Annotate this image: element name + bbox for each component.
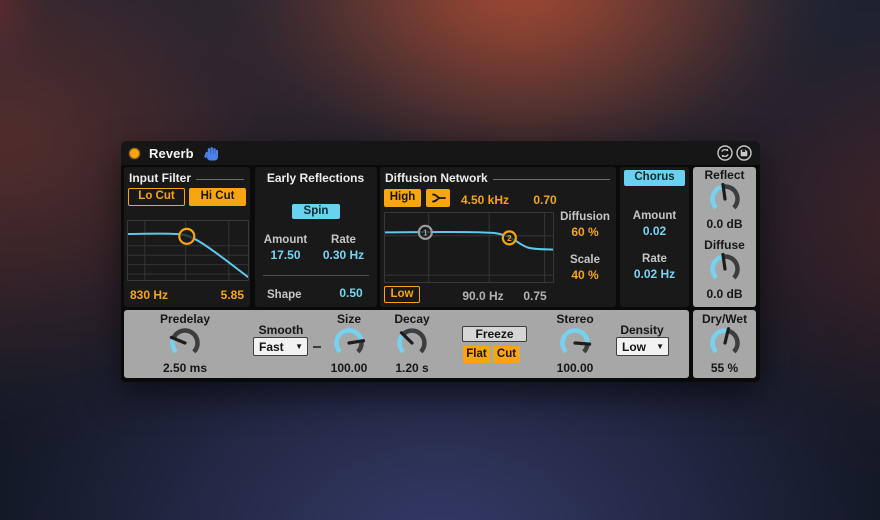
input-filter-graph[interactable] [127, 220, 249, 281]
hot-swap-icon[interactable] [717, 145, 733, 161]
decay-knob[interactable] [395, 326, 429, 360]
predelay-knob[interactable] [168, 326, 202, 360]
diffusion-network-title: Diffusion Network [385, 171, 488, 185]
desktop-background: Reverb [0, 0, 880, 520]
stereo-label: Stereo [556, 313, 593, 326]
size-label: Size [337, 313, 361, 326]
dry-wet-knob[interactable] [708, 326, 742, 360]
diffuse-label: Diffuse [704, 239, 745, 252]
chorus-amount-value[interactable]: 0.02 [643, 223, 666, 239]
er-amount-value[interactable]: 17.50 [270, 248, 300, 262]
svg-text:1: 1 [423, 228, 428, 237]
reflect-knob[interactable] [708, 182, 742, 216]
high-q-value[interactable]: 0.70 [533, 193, 556, 207]
reflect-label: Reflect [704, 169, 744, 182]
size-value[interactable]: 100.00 [331, 361, 368, 375]
device-titlebar[interactable]: Reverb [121, 141, 760, 165]
output-levels-section: Reflect 0.0 dB Diffuse 0.0 dB [693, 167, 756, 307]
chorus-section: Chorus Amount 0.02 Rate 0.02 Hz [620, 167, 689, 307]
cut-button[interactable]: Cut [493, 346, 520, 363]
scale-label: Scale [570, 254, 600, 267]
high-shelf-button[interactable]: High [384, 189, 421, 207]
decay-value[interactable]: 1.20 s [395, 361, 428, 375]
input-filter-section: Input Filter Lo Cut Hi Cut 830 Hz 5.85 [124, 167, 250, 307]
divider [263, 275, 369, 276]
chevron-down-icon: ▼ [656, 342, 664, 351]
dry-wet-label: Dry/Wet [702, 313, 747, 326]
stereo-knob[interactable] [558, 326, 592, 360]
diffusion-value[interactable]: 60 % [571, 224, 598, 240]
device-activator-led[interactable] [128, 147, 141, 160]
density-label: Density [620, 323, 663, 337]
high-freq-value[interactable]: 4.50 kHz [461, 193, 509, 207]
diffuse-knob[interactable] [708, 252, 742, 286]
diffuse-value[interactable]: 0.0 dB [706, 287, 742, 301]
low-q-value[interactable]: 0.75 [523, 289, 546, 303]
chorus-rate-value[interactable]: 0.02 Hz [634, 266, 675, 282]
chorus-amount-label: Amount [633, 209, 676, 223]
dry-wet-section: Dry/Wet 55 % [693, 310, 756, 378]
global-controls-section: Predelay 2.50 ms Smooth Fast ▼ Size 100.… [124, 310, 689, 378]
low-freq-value[interactable]: 90.0 Hz [462, 289, 503, 303]
predelay-label: Predelay [160, 313, 210, 326]
diffusion-network-section: Diffusion Network High 4.50 kHz 0.70 12 [380, 167, 616, 307]
size-knob[interactable] [332, 326, 366, 360]
input-filter-freq-value[interactable]: 830 Hz [130, 288, 168, 302]
early-reflections-title: Early Reflections [267, 171, 364, 185]
input-filter-q-value[interactable]: 5.85 [221, 288, 244, 302]
input-filter-title: Input Filter [129, 171, 191, 185]
chorus-button[interactable]: Chorus [624, 170, 685, 186]
er-shape-label: Shape [267, 289, 302, 301]
decay-label: Decay [394, 313, 429, 326]
smooth-select-value: Fast [259, 340, 284, 354]
low-shelf-button[interactable]: Low [384, 286, 420, 303]
hi-cut-button[interactable]: Hi Cut [189, 188, 246, 206]
stereo-value[interactable]: 100.00 [557, 361, 594, 375]
er-rate-value[interactable]: 0.30 Hz [323, 248, 364, 262]
early-reflections-section: Early Reflections Spin Amount Rate 17.50… [255, 167, 377, 307]
header-rule [493, 179, 610, 180]
reverb-device: Reverb [121, 141, 760, 382]
scale-value[interactable]: 40 % [571, 267, 598, 283]
er-shape-value[interactable]: 0.50 [339, 286, 362, 300]
chorus-rate-label: Rate [642, 252, 667, 266]
er-rate-label: Rate [331, 234, 356, 246]
reflect-value[interactable]: 0.0 dB [706, 217, 742, 231]
header-rule [196, 179, 244, 180]
device-title: Reverb [149, 146, 194, 161]
diffusion-graph[interactable]: 12 [384, 212, 554, 283]
save-preset-icon[interactable] [736, 145, 752, 161]
lo-cut-button[interactable]: Lo Cut [128, 188, 185, 206]
density-select[interactable]: Low ▼ [616, 337, 669, 356]
freeze-button[interactable]: Freeze [462, 326, 527, 342]
er-amount-label: Amount [264, 234, 307, 246]
diffusion-label: Diffusion [560, 211, 610, 224]
chevron-down-icon: ▼ [295, 342, 303, 351]
density-select-value: Low [622, 340, 646, 354]
smooth-select[interactable]: Fast ▼ [253, 337, 308, 356]
predelay-value[interactable]: 2.50 ms [163, 361, 207, 375]
smooth-label: Smooth [259, 323, 304, 337]
svg-text:2: 2 [507, 234, 512, 243]
spin-button[interactable]: Spin [292, 204, 340, 219]
shelf-filter-type-icon[interactable] [426, 189, 450, 207]
device-body: Input Filter Lo Cut Hi Cut 830 Hz 5.85 E… [121, 165, 760, 382]
dry-wet-value[interactable]: 55 % [711, 361, 738, 375]
hand-icon [203, 145, 220, 162]
flat-button[interactable]: Flat [463, 346, 490, 363]
